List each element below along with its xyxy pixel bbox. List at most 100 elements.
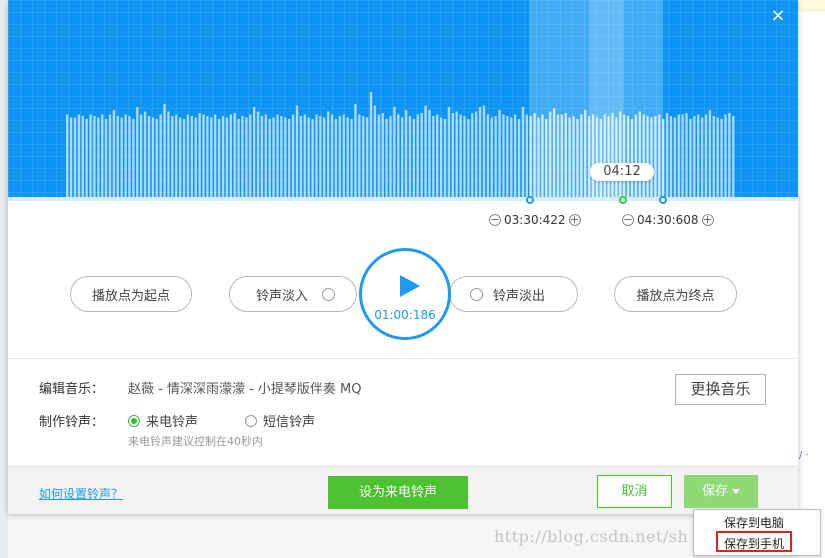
wave-bar: [354, 104, 357, 197]
wave-bar: [603, 114, 606, 197]
wave-bar: [467, 119, 470, 197]
fade-out-label: 铃声淡出: [493, 288, 546, 304]
end-plus-icon[interactable]: +: [701, 214, 714, 226]
wave-bar: [580, 114, 583, 197]
wave-bar: [704, 114, 708, 197]
wave-bar: [217, 119, 221, 197]
wave-bar: [599, 119, 602, 197]
wave-bar: [654, 116, 657, 197]
wave-bar: [428, 110, 431, 197]
wave-bar: [669, 116, 673, 197]
wave-bar: [249, 114, 252, 197]
set-start-button[interactable]: 播放点为起点: [70, 276, 192, 312]
wave-bar: [389, 116, 392, 197]
wave-bar: [436, 114, 439, 197]
end-minus-icon[interactable]: −: [622, 214, 634, 226]
wave-bar: [346, 117, 349, 197]
wave-bar: [77, 114, 81, 197]
wave-bar: [350, 119, 353, 197]
wave-bar: [552, 108, 556, 197]
waveform-area[interactable]: [8, 0, 798, 200]
wave-bar: [486, 114, 490, 197]
wave-bar: [447, 107, 451, 197]
background-window-edge: [0, 0, 8, 558]
option-sms-ringtone[interactable]: 短信铃声: [245, 411, 315, 430]
wave-bar: [587, 116, 591, 197]
start-minus-icon[interactable]: −: [489, 214, 501, 226]
wave-bar: [155, 119, 158, 197]
wave-bar: [101, 114, 104, 197]
wave-bar: [93, 116, 96, 197]
change-music-button[interactable]: 更换音乐: [675, 374, 766, 405]
fade-out-toggle[interactable]: 铃声淡出: [449, 276, 578, 312]
wave-bar: [443, 119, 447, 197]
play-button[interactable]: 01:00:186: [359, 248, 451, 340]
option-call-ringtone[interactable]: 来电铃声: [128, 411, 198, 430]
watermark-text: http://blog.csdn.net/sh: [494, 527, 689, 546]
wave-bar: [677, 114, 680, 197]
wave-bar: [140, 114, 143, 197]
set-call-ringtone-button[interactable]: 设为来电铃声: [328, 476, 468, 509]
wave-bar: [288, 119, 291, 197]
start-marker[interactable]: [526, 196, 534, 204]
start-plus-icon[interactable]: +: [568, 214, 581, 226]
timeline-track[interactable]: [8, 197, 798, 201]
close-icon[interactable]: ×: [768, 6, 788, 26]
wave-bar: [724, 114, 727, 197]
wave-bar: [693, 116, 696, 197]
wave-bar: [424, 105, 427, 197]
menu-item-save-to-pc[interactable]: 保存到电脑: [724, 514, 784, 531]
start-time-control: − 03:30:422 +: [489, 212, 581, 228]
wave-bar: [638, 111, 641, 197]
wave-bar: [658, 114, 661, 197]
end-marker[interactable]: [659, 196, 667, 204]
ringtone-type-label: 制作铃声：: [39, 415, 105, 430]
option-sms-label: 短信铃声: [263, 415, 316, 430]
wave-bar: [455, 111, 458, 197]
wave-bar: [377, 114, 380, 197]
wave-bar: [151, 117, 155, 197]
wave-bar: [369, 92, 373, 197]
radio-selected-icon[interactable]: [128, 414, 140, 427]
wave-bar: [642, 114, 645, 197]
wave-bar: [611, 113, 614, 197]
wave-bar: [584, 110, 587, 197]
wave-bar: [665, 113, 669, 197]
play-icon: [400, 275, 420, 297]
fade-in-radio-icon[interactable]: [322, 287, 336, 301]
wave-bar: [595, 117, 599, 197]
fade-in-toggle[interactable]: 铃声淡入: [229, 276, 357, 312]
radio-unselected-icon[interactable]: [245, 414, 257, 427]
help-link[interactable]: 如何设置铃声？: [39, 485, 123, 502]
wave-bar: [685, 113, 688, 197]
wave-bar: [116, 116, 119, 197]
wave-bar: [619, 111, 622, 197]
wave-bar: [732, 116, 735, 197]
playhead-marker[interactable]: [619, 196, 627, 204]
wave-bar: [323, 117, 326, 197]
start-time-value: 03:30:422: [504, 213, 566, 227]
wave-bar: [494, 116, 497, 197]
wave-bar: [630, 119, 634, 197]
cancel-button[interactable]: 取消: [597, 475, 672, 508]
fade-out-radio-icon[interactable]: [470, 287, 483, 301]
music-label: 编辑音乐：: [39, 382, 105, 397]
wave-bar: [397, 114, 400, 197]
wave-bar: [186, 114, 190, 197]
set-end-button[interactable]: 播放点为终点: [614, 276, 737, 312]
save-button[interactable]: 保存: [684, 475, 758, 508]
wave-bar: [210, 117, 213, 197]
wave-bar: [506, 116, 509, 197]
wave-bar: [591, 114, 595, 197]
wave-bar: [338, 116, 342, 197]
wave-bar: [194, 117, 197, 197]
wave-bar: [529, 116, 532, 197]
wave-bar: [385, 119, 388, 197]
wave-bar: [439, 117, 443, 197]
wave-bar: [303, 114, 306, 197]
wave-bar: [381, 113, 384, 197]
wave-bar: [513, 114, 517, 197]
wave-bar: [245, 117, 248, 197]
wave-bar: [307, 117, 310, 197]
wave-bar: [136, 107, 139, 197]
